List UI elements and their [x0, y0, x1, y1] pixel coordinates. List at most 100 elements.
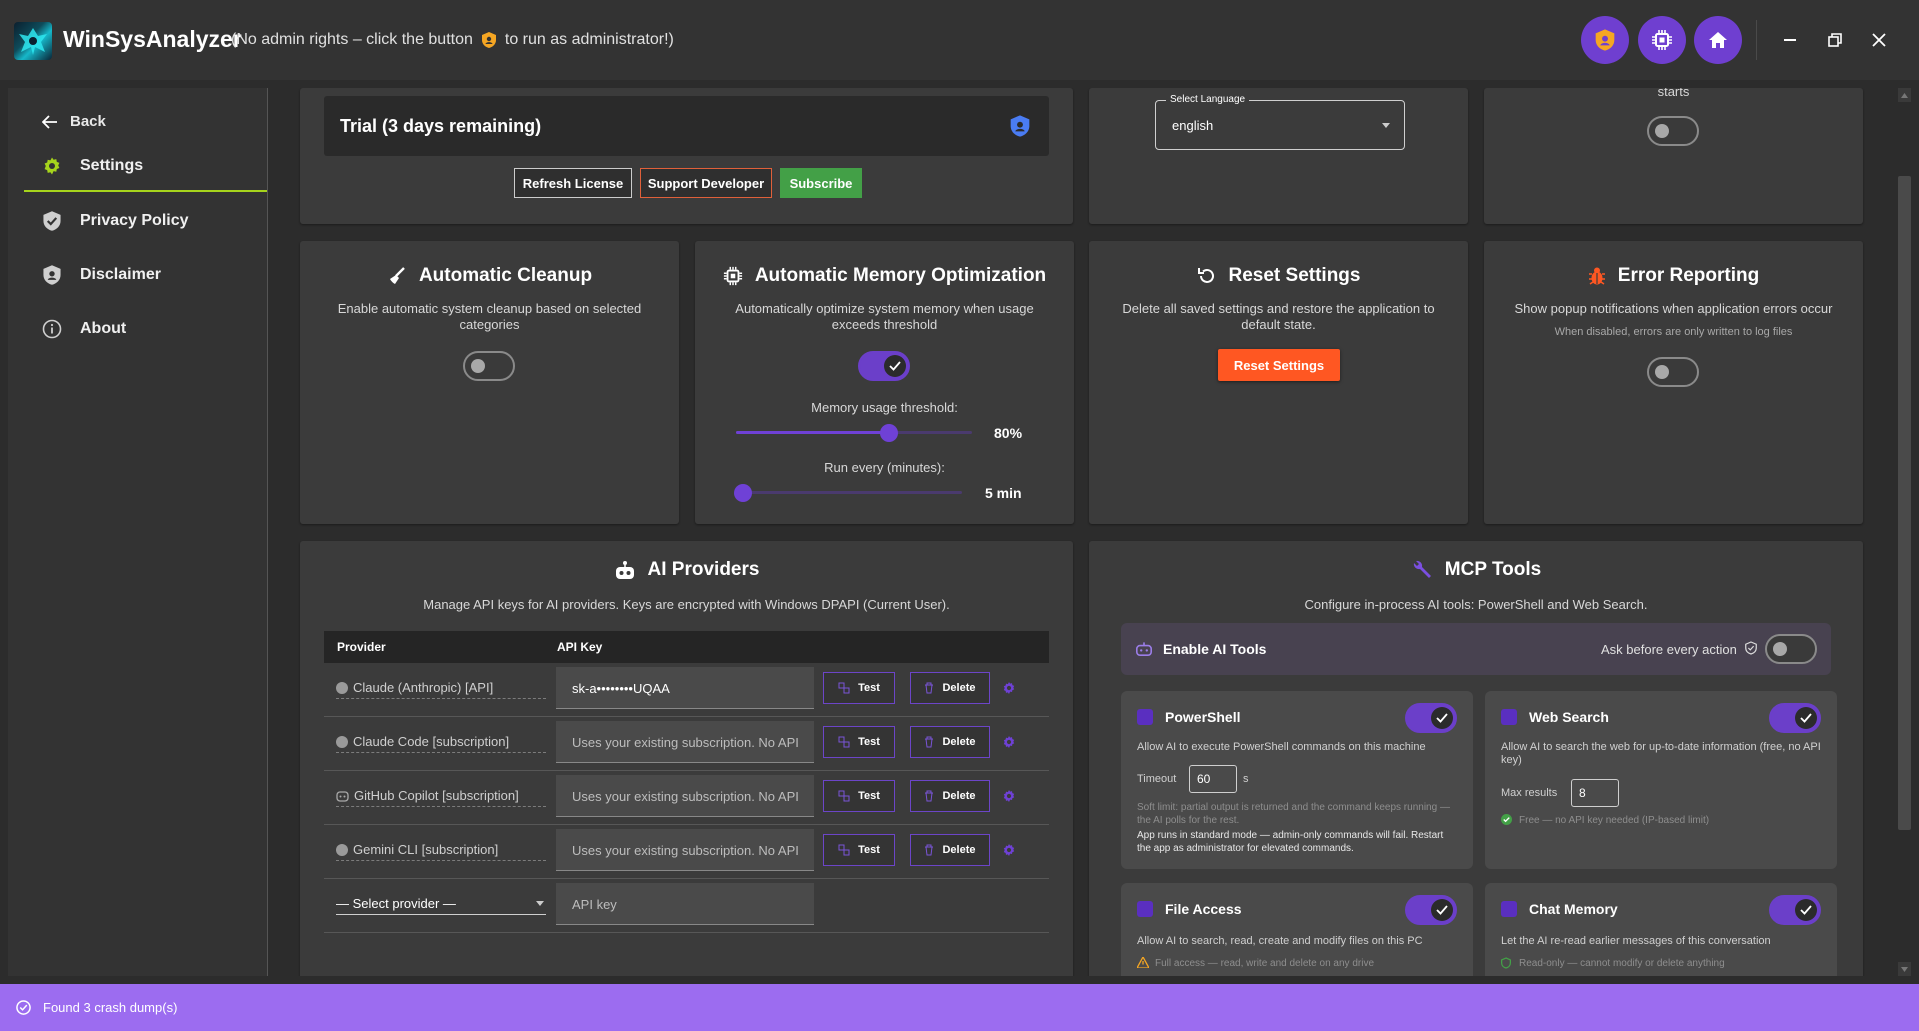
support-developer-button[interactable]: Support Developer	[640, 168, 772, 198]
sidebar-item-disclaimer[interactable]: Disclaimer	[24, 250, 267, 300]
reset-settings-title: Reset Settings	[1089, 265, 1468, 287]
delete-label: Delete	[942, 790, 976, 802]
test-icon	[838, 736, 850, 748]
slider-thumb[interactable]	[734, 484, 752, 502]
provider-settings-gear-icon[interactable]	[1002, 735, 1016, 749]
robot-icon	[1135, 640, 1153, 656]
provider-settings-gear-icon[interactable]	[1002, 843, 1016, 857]
card-title-text: AI Providers	[647, 559, 760, 580]
threshold-slider[interactable]	[736, 423, 972, 443]
trash-icon	[924, 682, 934, 694]
check-icon	[1431, 899, 1453, 921]
api-key-input[interactable]: Uses your existing subscription. No API	[556, 775, 814, 817]
close-button[interactable]	[1861, 22, 1897, 58]
delete-button[interactable]: Delete	[910, 726, 990, 758]
sidebar: Back Settings Privacy Policy Disclaimer …	[8, 88, 268, 976]
cpu-button[interactable]	[1638, 16, 1686, 64]
startup-toggle[interactable]	[1647, 116, 1699, 146]
threshold-value: 80%	[994, 425, 1023, 441]
ask-before-action-toggle[interactable]	[1765, 634, 1817, 664]
interval-slider[interactable]	[734, 483, 962, 503]
scroll-down-arrow-icon[interactable]	[1898, 962, 1911, 976]
provider-select[interactable]: Claude Code [subscription]	[336, 731, 546, 753]
web-search-toggle[interactable]	[1769, 703, 1821, 733]
provider-select[interactable]: GitHub Copilot [subscription]	[336, 785, 546, 807]
back-button[interactable]: Back	[42, 113, 106, 130]
automatic-cleanup-toggle[interactable]	[463, 351, 515, 381]
test-label: Test	[858, 844, 880, 856]
interval-label: Run every (minutes):	[824, 460, 945, 475]
toggle-knob	[1655, 124, 1669, 138]
error-reporting-toggle[interactable]	[1647, 357, 1699, 387]
delete-button[interactable]: Delete	[910, 780, 990, 812]
powershell-title: PowerShell	[1165, 709, 1241, 725]
powershell-toggle[interactable]	[1405, 703, 1457, 733]
sidebar-item-about[interactable]: About	[24, 304, 267, 354]
delete-button[interactable]: Delete	[910, 834, 990, 866]
api-key-input[interactable]: sk-a••••••••UQAA	[556, 667, 814, 709]
check-icon	[884, 355, 906, 377]
minimize-button[interactable]	[1772, 22, 1808, 58]
test-button[interactable]: Test	[823, 726, 895, 758]
column-header-provider: Provider	[337, 640, 386, 654]
timeout-input[interactable]: 60	[1189, 765, 1237, 793]
run-as-admin-button[interactable]	[1581, 16, 1629, 64]
provider-status-icon	[336, 735, 348, 748]
slider-thumb[interactable]	[880, 424, 898, 442]
test-label: Test	[858, 736, 880, 748]
card-title-text: Automatic Memory Optimization	[754, 265, 1047, 286]
scroll-up-arrow-icon[interactable]	[1898, 88, 1911, 102]
bug-icon	[1588, 266, 1606, 286]
folder-icon	[1137, 901, 1153, 917]
shield-check-icon	[1745, 641, 1757, 655]
sidebar-item-privacy-policy[interactable]: Privacy Policy	[24, 196, 267, 246]
reset-icon	[1197, 266, 1217, 286]
table-row: Claude Code [subscription] Uses your exi…	[324, 717, 1049, 771]
provider-settings-gear-icon[interactable]	[1002, 681, 1016, 695]
api-key-input[interactable]: Uses your existing subscription. No API	[556, 721, 814, 763]
app-title: WinSysAnalyzer	[63, 26, 242, 52]
chat-memory-toggle[interactable]	[1769, 895, 1821, 925]
provider-select[interactable]: Claude (Anthropic) [API]	[336, 677, 546, 699]
delete-label: Delete	[942, 682, 976, 694]
test-button[interactable]: Test	[823, 672, 895, 704]
trash-icon	[924, 790, 934, 802]
new-provider-row: — Select provider — API key	[324, 879, 1049, 933]
new-api-key-input[interactable]: API key	[556, 883, 814, 925]
toggle-knob	[1773, 642, 1787, 656]
file-access-toggle[interactable]	[1405, 895, 1457, 925]
reset-settings-button[interactable]: Reset Settings	[1218, 349, 1340, 381]
language-select[interactable]: Select Language english	[1155, 94, 1405, 150]
memory-optimization-toggle[interactable]	[858, 351, 910, 381]
api-key-input[interactable]: Uses your existing subscription. No API	[556, 829, 814, 871]
home-button[interactable]	[1694, 16, 1742, 64]
reset-settings-description: Delete all saved settings and restore th…	[1122, 301, 1435, 332]
sidebar-item-settings[interactable]: Settings	[24, 142, 267, 192]
providers-table-header: Provider API Key	[324, 631, 1049, 663]
subscribe-button[interactable]: Subscribe	[780, 168, 862, 198]
provider-settings-gear-icon[interactable]	[1002, 789, 1016, 803]
max-results-input[interactable]: 8	[1571, 779, 1619, 807]
restore-button[interactable]	[1817, 22, 1853, 58]
chat-memory-description: Let the AI re-read earlier messages of t…	[1501, 935, 1771, 947]
mcp-tools-card: MCP Tools Configure in-process AI tools:…	[1089, 541, 1863, 976]
new-provider-select[interactable]: — Select provider —	[336, 893, 546, 915]
admin-notice-text: (No admin rights – click the button	[231, 31, 473, 48]
file-access-tool-card: File Access Allow AI to search, read, cr…	[1121, 883, 1473, 976]
error-reporting-card: Error Reporting Show popup notifications…	[1484, 241, 1863, 524]
provider-select[interactable]: Gemini CLI [subscription]	[336, 839, 546, 861]
scroll-thumb[interactable]	[1898, 176, 1911, 830]
check-circle-icon	[16, 1000, 31, 1015]
test-button[interactable]: Test	[823, 834, 895, 866]
refresh-license-button[interactable]: Refresh License	[514, 168, 632, 198]
license-status: Trial (3 days remaining)	[340, 116, 542, 136]
chevron-down-icon	[536, 901, 544, 906]
provider-status-icon	[336, 681, 348, 694]
reset-settings-card: Reset Settings Delete all saved settings…	[1089, 241, 1468, 524]
table-row: Gemini CLI [subscription] Uses your exis…	[324, 825, 1049, 879]
provider-status-icon	[336, 843, 348, 856]
chat-memory-note: Read-only — cannot modify or delete anyt…	[1519, 958, 1725, 969]
vertical-scrollbar[interactable]	[1896, 88, 1913, 976]
test-button[interactable]: Test	[823, 780, 895, 812]
delete-button[interactable]: Delete	[910, 672, 990, 704]
